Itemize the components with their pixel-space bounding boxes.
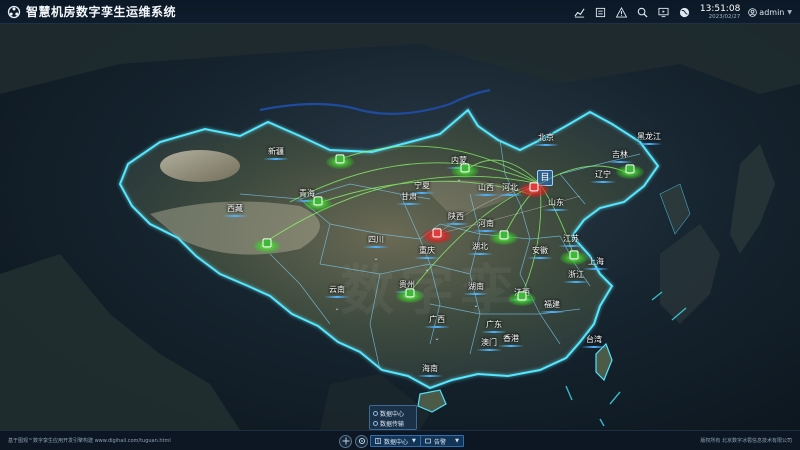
- province-label[interactable]: 宁夏: [409, 180, 435, 194]
- footer-copyright: 版权所有 北京数字冰雹信息技术有限公司: [700, 438, 792, 444]
- header-toolbar: 13:51:08 2023/02/27 admin ▼: [570, 0, 800, 24]
- province-label[interactable]: 西藏: [222, 203, 248, 217]
- province-label[interactable]: 四川: [363, 234, 389, 248]
- alarm-icon: [425, 438, 431, 444]
- chevron-down-icon: ▼: [787, 8, 792, 16]
- province-label[interactable]: 辽宁: [590, 169, 616, 183]
- chevron-down-icon: ▼: [412, 438, 416, 444]
- province-label[interactable]: 安徽: [527, 245, 553, 259]
- province-label[interactable]: 海南: [417, 363, 443, 377]
- province-label[interactable]: 澳门: [476, 337, 502, 351]
- province-label[interactable]: 吉林: [607, 149, 633, 163]
- chevron-down-icon: ⌄: [424, 266, 430, 273]
- view-dropdown-menu: 数据中心 数据传输: [369, 405, 417, 430]
- alarm-select[interactable]: 告警 ▼: [420, 434, 464, 448]
- move-icon: [342, 437, 349, 445]
- user-icon: [748, 7, 758, 17]
- province-label[interactable]: 重庆: [414, 245, 440, 259]
- reset-view-button[interactable]: [355, 434, 368, 448]
- user-menu[interactable]: admin ▼: [748, 8, 792, 17]
- dropdown-item-transmission[interactable]: 数据传输: [373, 418, 413, 428]
- chart-icon[interactable]: [570, 3, 588, 21]
- province-label[interactable]: 广西: [424, 314, 450, 328]
- chevron-down-icon: ⌄: [373, 255, 379, 262]
- china-map: [0, 24, 800, 430]
- bottom-bar: 基于图观™数字孪生应用开发引擎构建 www.digihail.com/tugua…: [0, 430, 800, 450]
- chevron-down-icon: ⌄: [334, 305, 340, 312]
- province-label[interactable]: 湖北: [467, 241, 493, 255]
- province-label[interactable]: 湖南: [463, 281, 489, 295]
- footer-credit: 基于图观™数字孪生应用开发引擎构建 www.digihail.com/tugua…: [8, 438, 171, 444]
- refresh-icon: [358, 437, 365, 445]
- province-label[interactable]: 山东: [543, 197, 569, 211]
- app-title: 智慧机房数字孪生运维系统: [26, 5, 177, 19]
- province-label[interactable]: 福建: [539, 299, 565, 313]
- view-select[interactable]: 数据中心 ▼: [370, 434, 421, 448]
- chevron-down-icon: ▼: [455, 438, 459, 444]
- map-stage[interactable]: 数字孪 新疆 西藏 青海 甘肃 宁夏 内蒙 北京 黑龙江 吉林 辽宁 山西 河北…: [0, 24, 800, 430]
- province-label[interactable]: 新疆: [263, 146, 289, 160]
- province-label[interactable]: 江苏: [558, 233, 584, 247]
- chevron-down-icon: ⌄: [434, 335, 440, 342]
- province-label[interactable]: 浙江: [563, 269, 589, 283]
- province-label[interactable]: 河南: [473, 218, 499, 232]
- province-label[interactable]: 陕西: [443, 211, 469, 225]
- dropdown-item-datacenter[interactable]: 数据中心: [373, 408, 413, 418]
- province-label[interactable]: 黑龙江: [636, 131, 662, 145]
- clock-date: 2023/02/27: [708, 13, 741, 20]
- list-icon[interactable]: [591, 3, 609, 21]
- province-label[interactable]: 广东: [481, 319, 507, 333]
- province-label[interactable]: 北京: [533, 132, 559, 146]
- top-bar: 智慧机房数字孪生运维系统 13:51:08 2023/02/27 admin ▼: [0, 0, 800, 24]
- radio-icon: [373, 420, 378, 426]
- province-label[interactable]: 山西: [473, 182, 499, 196]
- warning-icon[interactable]: [612, 3, 630, 21]
- app-logo-icon: [7, 5, 21, 18]
- clock: 13:51:08 2023/02/27: [698, 4, 740, 21]
- globe-icon[interactable]: [675, 3, 693, 21]
- move-button[interactable]: [339, 434, 352, 448]
- monitor-icon[interactable]: [654, 3, 672, 21]
- search-icon[interactable]: [633, 3, 651, 21]
- user-name: admin: [759, 7, 785, 17]
- radio-icon: [373, 410, 378, 416]
- province-label[interactable]: 台湾: [581, 334, 607, 348]
- clock-time: 13:51:08: [699, 3, 741, 14]
- chevron-down-icon: ⌄: [473, 302, 479, 309]
- grid-icon: [375, 438, 381, 444]
- province-label[interactable]: 云南: [324, 284, 350, 298]
